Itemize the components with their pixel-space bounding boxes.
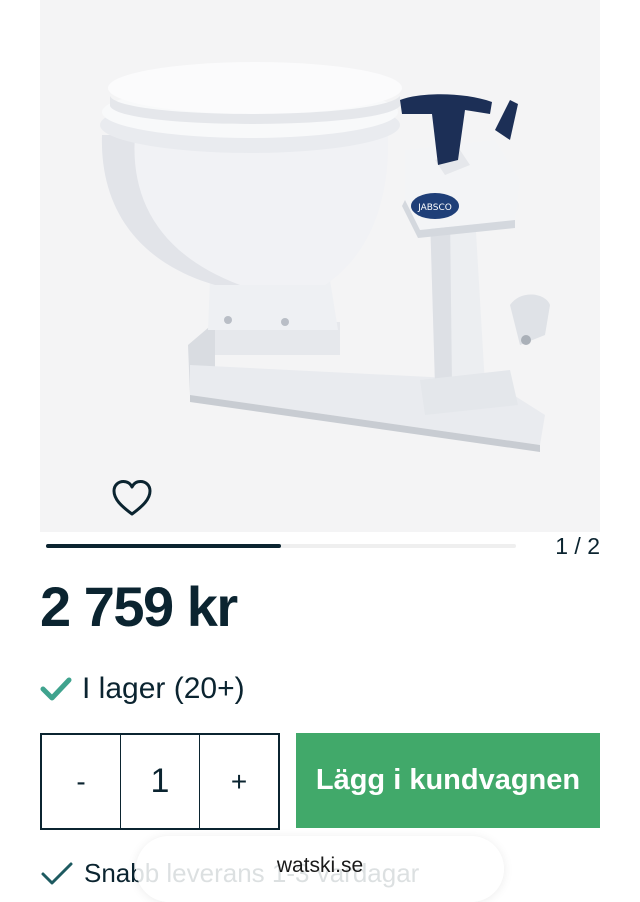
decrement-button[interactable]: -: [42, 735, 120, 828]
product-price: 2 759 kr: [40, 575, 238, 638]
gallery-progress-fill: [46, 544, 281, 548]
product-image-gallery[interactable]: JABSCO: [40, 0, 600, 532]
domain-label: watski.se: [276, 854, 364, 877]
image-counter: 1 / 2: [555, 533, 600, 559]
product-image[interactable]: JABSCO: [40, 0, 600, 532]
browser-address-bar[interactable]: watski.se: [136, 836, 504, 902]
check-icon: [40, 677, 72, 701]
stock-label: I lager (20+): [82, 672, 245, 705]
quantity-input[interactable]: 1: [120, 735, 199, 828]
favorite-button[interactable]: [108, 476, 156, 520]
heart-outline-icon: [112, 480, 152, 516]
add-to-cart-button[interactable]: Lägg i kundvagnen: [296, 733, 600, 828]
stock-status: I lager (20+): [40, 672, 245, 706]
increment-button[interactable]: +: [199, 735, 278, 828]
quantity-stepper: - 1 +: [40, 733, 280, 830]
gallery-progress-bar: [46, 544, 516, 548]
check-icon: [41, 862, 73, 884]
svg-text:JABSCO: JABSCO: [417, 203, 452, 213]
